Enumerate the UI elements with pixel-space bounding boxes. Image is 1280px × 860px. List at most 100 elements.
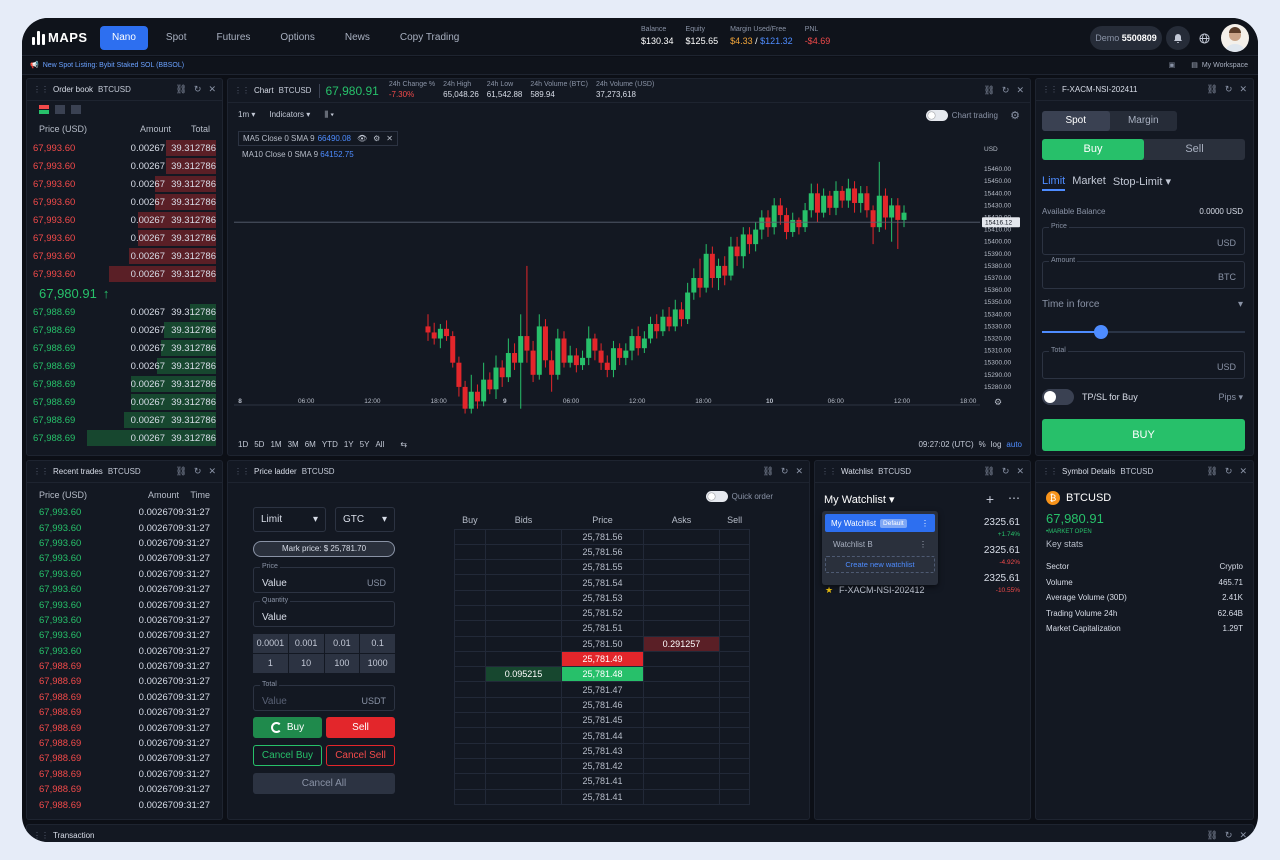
price-cell[interactable]: 25,781.45: [561, 712, 644, 729]
timeframe-ytd[interactable]: YTD: [322, 440, 338, 449]
buy-cell[interactable]: [454, 604, 486, 622]
price-field[interactable]: Price USD: [1042, 223, 1245, 255]
add-icon[interactable]: +: [986, 491, 994, 507]
orderbook-row[interactable]: 67,993.60 0.00267 39.312786: [27, 265, 222, 283]
ask-cell[interactable]: [642, 757, 721, 775]
buy-cell[interactable]: [454, 650, 486, 668]
sell-cell[interactable]: [719, 589, 750, 606]
bid-cell[interactable]: [484, 727, 563, 744]
quantity-step-button[interactable]: 1: [253, 654, 288, 673]
demo-account-button[interactable]: Demo 5500809: [1090, 26, 1162, 50]
ladder-buy-button[interactable]: Buy: [253, 717, 322, 738]
workspace-switch[interactable]: ▣ ▤ My Workspace: [1169, 61, 1248, 69]
quantity-step-button[interactable]: 0.0001: [253, 634, 288, 653]
drag-handle-icon[interactable]: ⋮⋮: [821, 467, 837, 476]
quantity-step-button[interactable]: 0.01: [324, 634, 360, 653]
unlink-icon[interactable]: ⛓: [175, 466, 186, 477]
bid-cell[interactable]: [484, 635, 563, 652]
unlink-icon[interactable]: ⛓: [762, 466, 773, 477]
buy-cell[interactable]: [454, 574, 486, 591]
ladder-price-field[interactable]: Price Value USD: [253, 563, 395, 593]
refresh-icon[interactable]: ↻: [194, 84, 202, 95]
orderbook-row[interactable]: 67,993.60 0.00267 39.312786: [27, 247, 222, 265]
orderbook-row[interactable]: 67,988.69 0.00267 39.312786: [27, 357, 222, 375]
bid-cell[interactable]: [484, 681, 563, 698]
total-field[interactable]: Total USD: [1042, 347, 1245, 379]
sell-cell[interactable]: [719, 635, 750, 652]
price-cell[interactable]: 25,781.50: [561, 635, 644, 652]
price-cell[interactable]: 25,781.48: [561, 666, 644, 683]
orderbook-row[interactable]: 67,988.69 0.00267 39.312786: [27, 393, 222, 411]
buy-cell[interactable]: [454, 589, 486, 606]
close-icon[interactable]: ✕: [1239, 466, 1247, 477]
price-cell[interactable]: 25,781.52: [561, 604, 644, 622]
buy-cell[interactable]: [454, 635, 486, 652]
ladder-row[interactable]: 25,781.45: [454, 712, 750, 729]
buy-side-tab[interactable]: Buy: [1042, 139, 1144, 160]
quantity-step-button[interactable]: 100: [324, 654, 360, 673]
ask-cell[interactable]: [642, 604, 721, 622]
ladder-row[interactable]: 25,781.50 0.291257: [454, 635, 750, 652]
ladder-row[interactable]: 25,781.53: [454, 589, 750, 606]
view-asks-icon[interactable]: [71, 105, 81, 114]
price-cell[interactable]: 25,781.56: [561, 543, 644, 561]
interval-select[interactable]: 1m ▾: [238, 110, 255, 120]
nav-copy-trading[interactable]: Copy Trading: [388, 26, 471, 50]
create-watchlist-button[interactable]: Create new watchlist: [825, 556, 935, 573]
bid-cell[interactable]: [484, 559, 563, 576]
price-cell[interactable]: 25,781.41: [561, 773, 644, 790]
price-cell[interactable]: 25,781.53: [561, 589, 644, 606]
ask-cell[interactable]: 0.291257: [642, 635, 721, 652]
buy-cell[interactable]: [454, 788, 486, 805]
ask-cell[interactable]: [642, 681, 721, 698]
tab-margin[interactable]: Margin: [1110, 111, 1178, 131]
watchlist-select[interactable]: My Watchlist ▾: [824, 493, 895, 506]
refresh-icon[interactable]: ↻: [1225, 830, 1233, 841]
indicators-button[interactable]: Indicators ▾: [269, 110, 310, 120]
ask-cell[interactable]: [642, 742, 721, 759]
ask-cell[interactable]: [642, 589, 721, 606]
chart-type-button[interactable]: ⫼ ▾: [324, 110, 334, 120]
close-icon[interactable]: ✕: [1016, 466, 1024, 477]
timeframe-all[interactable]: All: [375, 440, 384, 449]
orderbook-row[interactable]: 67,988.69 0.00267 39.312786: [27, 375, 222, 393]
star-icon[interactable]: ★: [825, 585, 833, 596]
ladder-row[interactable]: 25,781.42: [454, 757, 750, 775]
ask-cell[interactable]: [642, 650, 721, 668]
ask-cell[interactable]: [642, 712, 721, 729]
unlink-icon[interactable]: ⛓: [1206, 84, 1217, 95]
quantity-step-button[interactable]: 0.001: [288, 634, 324, 653]
ladder-row[interactable]: 25,781.52: [454, 604, 750, 622]
app-logo[interactable]: MAPS: [32, 30, 88, 45]
slider-handle[interactable]: [1093, 325, 1108, 339]
bid-cell[interactable]: [484, 757, 563, 775]
quick-order-toggle[interactable]: Quick order: [705, 491, 773, 502]
tab-limit[interactable]: Limit: [1042, 175, 1066, 191]
refresh-icon[interactable]: ↻: [1225, 84, 1233, 95]
cancel-all-button[interactable]: Cancel All: [253, 773, 395, 794]
orderbook-row[interactable]: 67,993.60 0.00267 39.312786: [27, 175, 222, 193]
close-icon[interactable]: ✕: [1239, 84, 1247, 95]
ladder-row[interactable]: 0.095215 25,781.48: [454, 666, 750, 683]
ask-cell[interactable]: [642, 696, 721, 714]
sell-cell[interactable]: [719, 757, 750, 775]
ladder-row[interactable]: 25,781.51: [454, 620, 750, 637]
buy-cell[interactable]: [454, 620, 486, 637]
orderbook-row[interactable]: 67,993.60 0.00267 39.312786: [27, 229, 222, 247]
drag-handle-icon[interactable]: ⋮⋮: [33, 85, 49, 94]
sell-cell[interactable]: [719, 620, 750, 637]
auto-toggle[interactable]: auto: [1006, 440, 1022, 449]
bid-cell[interactable]: [484, 620, 563, 637]
ask-cell[interactable]: [642, 727, 721, 744]
timeframe-1d[interactable]: 1D: [238, 440, 248, 449]
price-cell[interactable]: 25,781.56: [561, 528, 644, 545]
kebab-icon[interactable]: ⋮: [921, 519, 929, 528]
ladder-total-field[interactable]: Total Value USDT: [253, 681, 395, 711]
ask-cell[interactable]: [642, 528, 721, 545]
tab-market[interactable]: Market: [1072, 175, 1106, 191]
quantity-step-button[interactable]: 1000: [360, 654, 395, 673]
bid-cell[interactable]: 0.095215: [484, 666, 563, 683]
log-toggle[interactable]: log: [991, 440, 1002, 449]
percent-toggle[interactable]: %: [979, 440, 986, 449]
drag-handle-icon[interactable]: ⋮⋮: [33, 467, 49, 476]
